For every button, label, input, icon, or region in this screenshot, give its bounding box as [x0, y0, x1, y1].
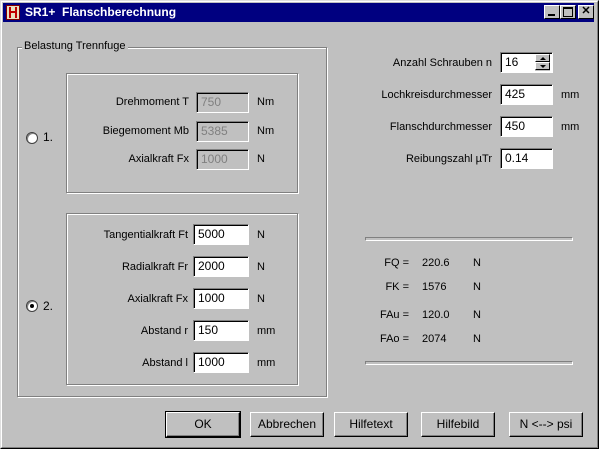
arrow-down-icon [540, 65, 546, 68]
radial-force-label: Radialkraft Fr [121, 261, 188, 273]
helptext-button[interactable]: Hilfetext [334, 412, 408, 437]
result-fq-value: 220.6 [422, 257, 450, 269]
distance-l-unit: mm [257, 357, 276, 369]
bending-moment-label: Biegemoment Mb [102, 125, 189, 137]
main-window: SR1+ Flanschberechnung ✕ Belastung Trenn… [0, 0, 599, 449]
friction-field[interactable]: 0.14 [500, 148, 553, 169]
maximize-icon[interactable] [560, 5, 576, 19]
bending-moment-field[interactable]: 5385 [196, 121, 249, 142]
bolt-circle-unit: mm [561, 89, 580, 101]
result-fk-unit: N [473, 281, 481, 293]
axial-force2-field[interactable]: 1000 [193, 288, 249, 309]
result-fq-label: FQ = [384, 257, 409, 269]
tangential-force-field[interactable]: 5000 [193, 224, 249, 245]
flange-diameter-unit: mm [561, 121, 580, 133]
distance-r-label: Abstand r [140, 325, 188, 337]
option2-radio[interactable] [26, 300, 38, 312]
axial-force2-unit: N [257, 293, 265, 305]
distance-r-unit: mm [257, 325, 276, 337]
results-bottom-separator [365, 361, 573, 365]
ok-button[interactable]: OK [165, 411, 241, 438]
result-fq-unit: N [473, 257, 481, 269]
bending-moment-unit: Nm [257, 125, 275, 137]
tangential-force-label: Tangentialkraft Ft [103, 229, 188, 241]
torque-unit: Nm [257, 96, 275, 108]
axial-force2-label: Axialkraft Fx [127, 293, 188, 305]
app-icon[interactable] [6, 5, 20, 20]
flange-diameter-field[interactable]: 450 [500, 116, 553, 137]
load-group-title: Belastung Trennfuge [22, 40, 128, 52]
distance-l-field[interactable]: 1000 [193, 352, 249, 373]
torque-label: Drehmoment T [115, 96, 189, 108]
friction-label: Reibungszahl µTr [405, 153, 492, 165]
axial-force1-unit: N [257, 153, 265, 165]
tangential-force-unit: N [257, 229, 265, 241]
torque-field[interactable]: 750 [196, 92, 249, 113]
spin-down-button[interactable] [535, 62, 550, 70]
option1-label[interactable]: 1. [43, 130, 53, 144]
flange-diameter-label: Flanschdurchmesser [389, 121, 492, 133]
option2-label[interactable]: 2. [43, 299, 53, 313]
bolt-circle-field[interactable]: 425 [500, 84, 553, 105]
result-fk-value: 1576 [422, 281, 447, 293]
result-fau-value: 120.0 [422, 309, 450, 321]
result-fao-label: FAo = [379, 333, 409, 345]
distance-l-label: Abstand l [142, 357, 188, 369]
result-fau-unit: N [473, 309, 481, 321]
close-icon[interactable]: ✕ [578, 5, 594, 19]
bolt-count-spinner[interactable] [535, 54, 550, 71]
result-fao-value: 2074 [422, 333, 447, 345]
title-bar[interactable]: SR1+ Flanschberechnung ✕ [3, 3, 594, 22]
unit-toggle-button[interactable]: N <--> psi [509, 412, 583, 437]
cancel-button[interactable]: Abbrechen [250, 412, 324, 437]
axial-force1-label: Axialkraft Fx [128, 153, 189, 165]
arrow-up-icon [540, 57, 546, 60]
minimize-icon[interactable] [544, 5, 560, 19]
window-title: SR1+ Flanschberechnung [25, 5, 177, 19]
bolt-circle-label: Lochkreisdurchmesser [381, 89, 492, 101]
spin-up-button[interactable] [535, 54, 550, 62]
helpimage-button[interactable]: Hilfebild [421, 412, 495, 437]
radial-force-field[interactable]: 2000 [193, 256, 249, 277]
radial-force-unit: N [257, 261, 265, 273]
result-fk-label: FK = [385, 281, 409, 293]
distance-r-field[interactable]: 150 [193, 320, 249, 341]
axial-force1-field[interactable]: 1000 [196, 149, 249, 170]
option1-radio[interactable] [26, 132, 38, 144]
result-fao-unit: N [473, 333, 481, 345]
result-fau-label: FAu = [379, 309, 409, 321]
results-top-separator [365, 237, 573, 241]
bolt-count-label: Anzahl Schrauben n [392, 57, 492, 69]
